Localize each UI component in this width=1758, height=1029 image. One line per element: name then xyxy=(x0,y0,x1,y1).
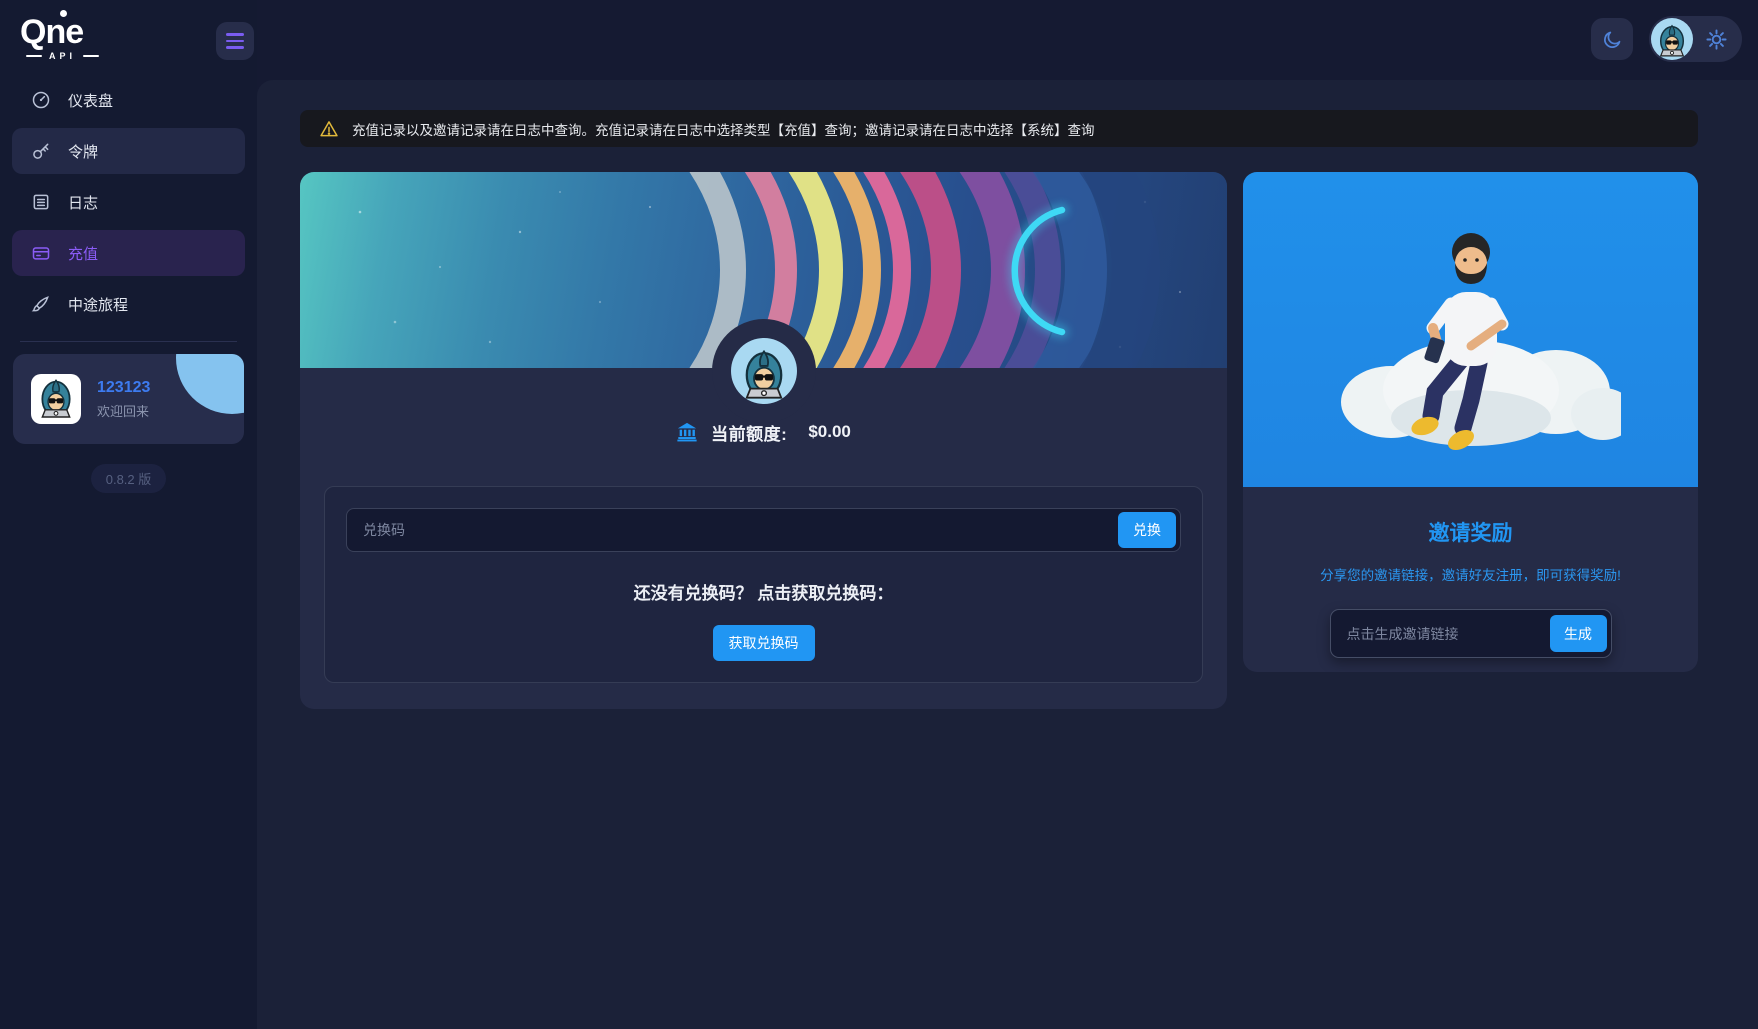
moon-icon xyxy=(1603,31,1620,48)
hacker-avatar-icon xyxy=(735,346,793,404)
log-icon xyxy=(33,194,49,210)
balance-value: $0.00 xyxy=(808,422,851,441)
generate-link-button[interactable]: 生成 xyxy=(1549,615,1607,652)
redeem-hint-text: 还没有兑换码？ 点击获取兑换码： xyxy=(633,584,894,603)
sidebar-item-label: 日志 xyxy=(68,194,99,212)
sidebar-item-midjourney[interactable]: 中途旅程 xyxy=(12,281,245,327)
sidebar-item-dashboard[interactable]: 仪表盘 xyxy=(12,77,245,123)
sidebar-item-recharge[interactable]: 充值 xyxy=(12,230,245,276)
invite-title: 邀请奖励 xyxy=(1428,522,1513,545)
bank-icon xyxy=(677,422,697,442)
settings-button[interactable] xyxy=(1705,28,1728,51)
sidebar-item-tokens[interactable]: 令牌 xyxy=(12,128,245,174)
get-code-button[interactable]: 获取兑换码 xyxy=(712,625,815,661)
profile-pill xyxy=(1649,16,1742,62)
sidebar-divider xyxy=(20,341,237,342)
user-meta: 123123 欢迎回来 xyxy=(97,379,150,420)
man-on-cloud-illustration xyxy=(1340,232,1621,450)
redeem-input-row: 兑换 xyxy=(346,508,1181,552)
recharge-banner-image xyxy=(300,172,1227,423)
theme-toggle-button[interactable] xyxy=(1591,18,1633,60)
brand-dash-left xyxy=(26,55,42,57)
sidebar-item-logs[interactable]: 日志 xyxy=(12,179,245,225)
redeem-box: 兑换 还没有兑换码？ 点击获取兑换码： 获取兑换码 xyxy=(324,486,1203,683)
profile-avatar-large xyxy=(730,338,797,404)
brand-dash-right xyxy=(83,55,100,57)
recharge-card: 当前额度: $0.00 兑换 还没有兑换码？ 点击获取兑换码： 获取兑换码 xyxy=(300,172,1227,709)
user-avatar xyxy=(31,374,81,424)
sidebar: Qne API 仪表盘 令牌 日志 充值 中途旅程 123123 欢迎回来 0.… xyxy=(0,0,257,1029)
sidebar-item-label: 仪表盘 xyxy=(68,92,114,110)
invite-link-input[interactable] xyxy=(1334,625,1550,642)
hacker-avatar-icon xyxy=(33,376,79,422)
sidebar-nav: 仪表盘 令牌 日志 充值 中途旅程 xyxy=(0,77,257,327)
brand-logo: Qne API xyxy=(0,0,120,61)
sidebar-item-label: 令牌 xyxy=(68,143,99,161)
menu-icon xyxy=(226,33,244,36)
content-area: 充值记录以及邀请记录请在日志中查询。充值记录请在日志中选择类型【充值】查询；邀请… xyxy=(257,80,1758,1029)
version-badge: 0.8.2 版 xyxy=(90,464,167,493)
username: 123123 xyxy=(97,378,151,396)
warning-icon xyxy=(320,120,338,136)
brush-icon xyxy=(31,296,49,312)
notice-banner: 充值记录以及邀请记录请在日志中查询。充值记录请在日志中选择类型【充值】查询；邀请… xyxy=(300,110,1698,147)
invite-subtitle: 分享您的邀请链接，邀请好友注册，即可获得奖励! xyxy=(1320,568,1621,583)
balance-label: 当前额度: xyxy=(711,424,788,444)
notice-text: 充值记录以及邀请记录请在日志中查询。充值记录请在日志中选择类型【充值】查询；邀请… xyxy=(352,122,1095,138)
key-icon xyxy=(33,143,49,159)
user-card: 123123 欢迎回来 xyxy=(13,354,244,444)
redeem-button[interactable]: 兑换 xyxy=(1118,512,1176,548)
topbar-actions xyxy=(1591,16,1742,62)
sidebar-toggle-button[interactable] xyxy=(216,22,254,60)
user-card-corner-decoration xyxy=(176,354,244,414)
welcome-text: 欢迎回来 xyxy=(97,403,150,419)
redeem-code-input[interactable] xyxy=(346,508,1181,552)
brand-logo-dot xyxy=(60,10,67,17)
gear-icon xyxy=(1706,28,1727,50)
hacker-avatar-icon xyxy=(1653,22,1691,60)
invite-link-wrap: 生成 xyxy=(1329,609,1612,658)
sidebar-item-label: 中途旅程 xyxy=(68,296,129,314)
topbar-avatar[interactable] xyxy=(1651,18,1693,60)
brand-sub-label: API xyxy=(49,51,77,61)
credit-card-icon xyxy=(32,247,50,260)
brand-name: Qne xyxy=(20,13,84,51)
sidebar-item-label: 充值 xyxy=(68,245,99,263)
invite-hero-illustration xyxy=(1243,172,1698,487)
version-wrap: 0.8.2 版 xyxy=(0,464,257,493)
dashboard-icon xyxy=(32,91,50,109)
brand-subtitle: API xyxy=(26,51,120,61)
invite-card: 邀请奖励 分享您的邀请链接，邀请好友注册，即可获得奖励! 生成 xyxy=(1243,172,1698,672)
